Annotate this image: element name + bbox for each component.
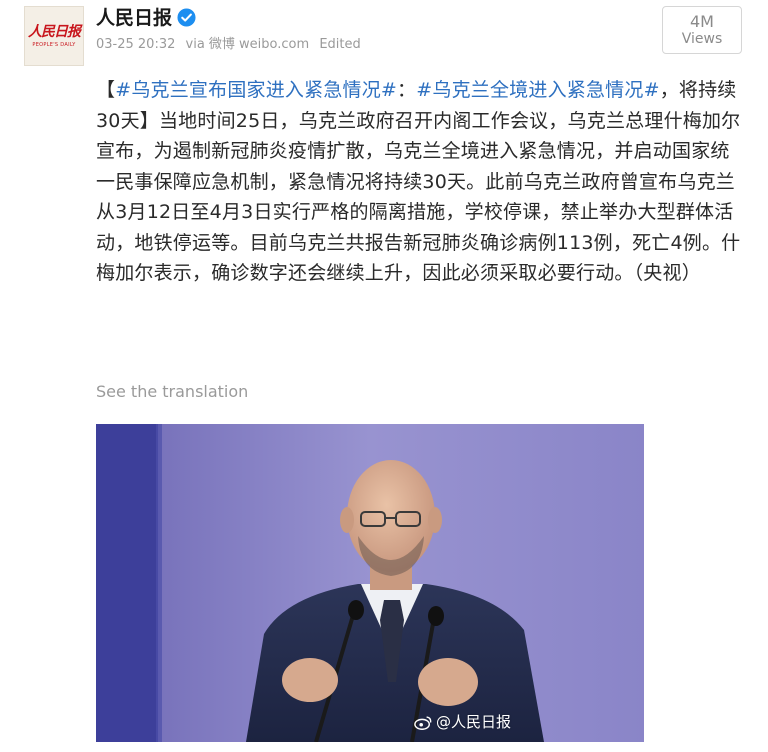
bracket-open: 【 (96, 79, 116, 101)
views-count: 4M (690, 12, 714, 31)
avatar[interactable]: 人民日报 PEOPLE'S DAILY (24, 6, 84, 66)
image-watermark: @人民日报 (414, 712, 511, 732)
hashtag-link-2[interactable]: #乌克兰全境进入紧急情况# (416, 79, 659, 101)
post-source[interactable]: via 微博 weibo.com (186, 37, 310, 52)
post-text: 【#乌克兰宣布国家进入紧急情况#：#乌克兰全境进入紧急情况#，将持续30天】当地… (96, 75, 746, 289)
hashtag-separator: ： (397, 79, 417, 101)
see-translation-link[interactable]: See the translation (96, 381, 248, 403)
weibo-post: 人民日报 PEOPLE'S DAILY 人民日报 03-25 20:32 via… (0, 0, 768, 752)
post-content: 【#乌克兰宣布国家进入紧急情况#：#乌克兰全境进入紧急情况#，将持续30天】当地… (96, 75, 746, 289)
views-badge: 4M Views (662, 6, 742, 54)
post-timestamp: 03-25 20:32 (96, 37, 176, 52)
edited-label[interactable]: Edited (319, 37, 360, 52)
verified-badge-icon (177, 8, 196, 27)
author-name[interactable]: 人民日报 (96, 6, 172, 30)
avatar-logo-subtext: PEOPLE'S DAILY (32, 42, 76, 48)
views-label: Views (681, 31, 723, 47)
watermark-text: @人民日报 (436, 713, 512, 731)
post-meta: 03-25 20:32 via 微博 weibo.com Edited (96, 36, 367, 54)
speaker-photo-illustration (96, 424, 644, 742)
avatar-logo-text: 人民日报 (28, 24, 81, 40)
post-image[interactable]: @人民日报 (96, 424, 644, 742)
hashtag-link-1[interactable]: #乌克兰宣布国家进入紧急情况# (115, 79, 397, 101)
post-body: 当地时间25日，乌克兰政府召开内阁工作会议，乌克兰总理什梅加尔宣布，为遏制新冠肺… (96, 109, 741, 285)
weibo-logo-icon (414, 715, 432, 730)
